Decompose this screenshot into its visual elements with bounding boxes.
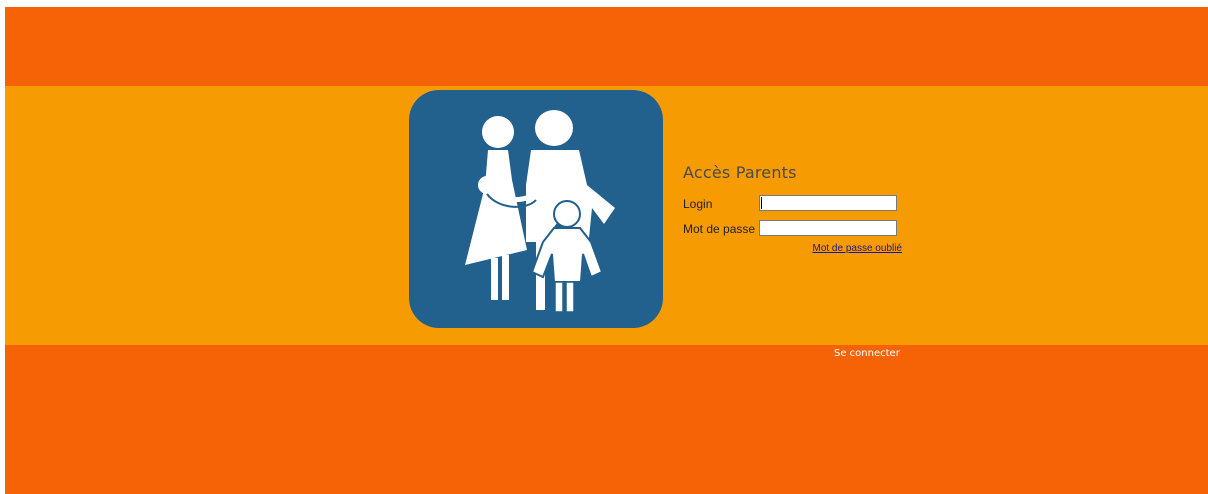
forgot-password-link[interactable]: Mot de passe oublié xyxy=(812,243,902,254)
footer-band xyxy=(5,345,1208,494)
connect-button[interactable]: Se connecter xyxy=(834,348,900,359)
text-cursor xyxy=(761,197,762,209)
family-logo xyxy=(409,90,663,328)
password-label: Mot de passe xyxy=(683,222,756,236)
login-input[interactable] xyxy=(759,195,897,211)
password-input[interactable] xyxy=(759,220,897,236)
header-band xyxy=(5,7,1208,86)
page-title: Accès Parents xyxy=(683,163,797,182)
family-icon xyxy=(465,110,615,313)
login-label: Login xyxy=(683,197,713,211)
